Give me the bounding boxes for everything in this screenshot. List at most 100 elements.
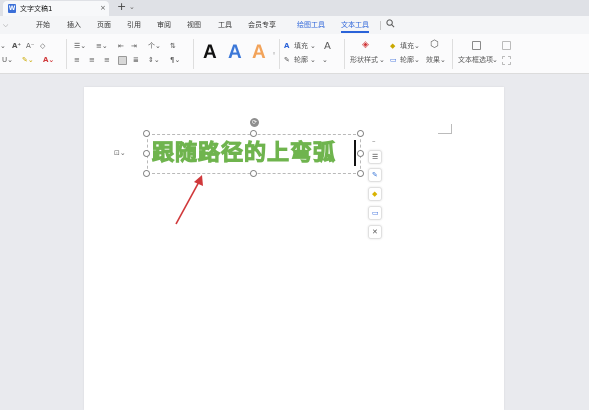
document-icon: W — [8, 4, 16, 13]
menu-text-tools[interactable]: 文本工具 — [341, 20, 369, 30]
more-styles-icon[interactable]: ◦ — [272, 50, 276, 59]
undo-dropdown-icon[interactable]: ⌵ — [3, 20, 8, 30]
text-outline-label[interactable]: 轮廓 — [294, 56, 308, 65]
group-objects-icon[interactable] — [502, 56, 511, 65]
outline-glyph: ▭ — [372, 209, 379, 217]
font-shrink-icon[interactable]: A⁻ — [26, 42, 34, 51]
chevron-down-icon[interactable]: ⌄ — [310, 42, 316, 51]
title-bar: W 文字文稿1 × + ⌄ — [0, 0, 589, 16]
underline-icon[interactable]: U⌄ — [2, 56, 13, 65]
menu-references[interactable]: 引用 — [127, 20, 141, 30]
distribute-icon[interactable]: ≣ — [133, 56, 139, 65]
highlight-icon[interactable]: ✎⌄ — [22, 56, 34, 65]
shape-outline-icon[interactable]: ▭ — [390, 56, 397, 65]
chevron-down-icon[interactable]: ⌄ — [414, 42, 420, 51]
chevron-down-icon[interactable]: ⌄ — [492, 56, 498, 65]
new-tab-icon[interactable]: + — [117, 1, 126, 13]
menu-tools[interactable]: 工具 — [218, 20, 232, 30]
resize-handle[interactable] — [250, 130, 257, 137]
decrease-indent-icon[interactable]: ⇤ — [118, 42, 124, 51]
resize-handle[interactable] — [357, 170, 364, 177]
font-color-icon[interactable]: A⌄ — [43, 56, 54, 65]
close-tab-icon[interactable]: × — [100, 4, 106, 13]
ribbon-divider — [66, 39, 67, 69]
textbox-options-icon[interactable] — [472, 41, 481, 50]
menu-review[interactable]: 审阅 — [157, 20, 171, 30]
text-style-blue[interactable]: A — [228, 42, 242, 64]
fill-icon[interactable]: ◆ — [368, 187, 382, 201]
shape-fill-label[interactable]: 填充 — [400, 42, 414, 51]
collapse-icon[interactable]: – — [372, 137, 376, 146]
document-tab-title: 文字文稿1 — [20, 5, 53, 13]
settings-icon[interactable]: ✕ — [368, 225, 382, 239]
menu-home[interactable]: 开始 — [36, 20, 50, 30]
annotation-arrow — [175, 175, 203, 225]
resize-handle[interactable] — [250, 170, 257, 177]
chevron-down-icon[interactable]: ⌄ — [310, 56, 316, 65]
sort-icon[interactable]: ⇅ — [170, 42, 176, 51]
textbox-options-label[interactable]: 文本框选项 — [458, 56, 493, 65]
ribbon-toolbar: ⌄ A⁺ A⁻ ◇ U⌄ ✎⌄ A⌄ ☰⌄ ≡⌄ ⇤ ⇥ 个⌄ ⇅ ≡ ≡ ≡ … — [0, 34, 589, 74]
clear-format-icon[interactable]: ◇ — [40, 42, 45, 51]
rotate-handle-icon[interactable]: ⟳ — [250, 118, 259, 127]
text-effect-icon[interactable]: A — [324, 42, 331, 52]
line-spacing-icon[interactable]: ⇕⌄ — [148, 56, 160, 65]
resize-handle[interactable] — [143, 150, 150, 157]
resize-handle[interactable] — [357, 150, 364, 157]
resize-handle[interactable] — [357, 130, 364, 137]
ribbon-divider — [193, 39, 194, 69]
chevron-down-icon[interactable]: ⌄ — [414, 56, 420, 65]
search-icon[interactable] — [386, 19, 395, 28]
layout-icon[interactable]: ☰ — [368, 150, 382, 164]
align-left-icon[interactable]: ≡ — [74, 56, 80, 65]
text-outline-icon[interactable]: ✎ — [284, 56, 290, 65]
page-margin-mark — [438, 124, 452, 134]
active-tab-underline — [341, 31, 369, 33]
document-tab[interactable]: W 文字文稿1 × — [3, 1, 109, 16]
chevron-down-icon[interactable]: ⌄ — [379, 56, 385, 65]
increase-indent-icon[interactable]: ⇥ — [131, 42, 137, 51]
menu-member[interactable]: 会员专享 — [248, 20, 276, 30]
pen-glyph: ✎ — [372, 171, 378, 179]
shape-effect-icon[interactable]: ⬡ — [430, 40, 439, 50]
shape-outline-label[interactable]: 轮廓 — [400, 56, 414, 65]
layout-glyph: ☰ — [372, 153, 379, 161]
layout-options-icon[interactable]: ⊡⌄ — [114, 148, 134, 159]
menu-page[interactable]: 页面 — [97, 20, 111, 30]
align-right-icon[interactable]: ≡ — [104, 56, 110, 65]
font-grow-icon[interactable]: A⁺ — [12, 42, 21, 51]
shape-style-icon[interactable]: ◈ — [362, 41, 369, 50]
menu-insert[interactable]: 插入 — [67, 20, 81, 30]
font-size-dropdown-icon[interactable]: ⌄ — [0, 42, 6, 51]
menu-view[interactable]: 视图 — [187, 20, 201, 30]
chevron-down-icon[interactable]: ⌄ — [322, 56, 328, 65]
chevron-down-icon[interactable]: ⌄ — [129, 3, 135, 11]
text-caret — [354, 140, 356, 166]
resize-handle[interactable] — [143, 130, 150, 137]
text-style-orange[interactable]: A — [252, 42, 266, 64]
align-objects-icon[interactable] — [502, 41, 511, 50]
bullet-list-icon[interactable]: ☰⌄ — [74, 42, 86, 51]
settings-glyph: ✕ — [372, 228, 378, 236]
chevron-down-icon[interactable]: ⌄ — [440, 56, 446, 65]
ribbon-divider — [344, 39, 345, 69]
chinese-layout-icon[interactable]: 个⌄ — [148, 42, 161, 51]
resize-handle[interactable] — [143, 170, 150, 177]
menu-divider — [380, 21, 381, 30]
paragraph-icon[interactable]: ¶⌄ — [170, 56, 180, 65]
shape-style-label[interactable]: 形状样式 — [350, 56, 378, 65]
shape-effect-label[interactable]: 效果 — [426, 56, 440, 65]
align-center-icon[interactable]: ≡ — [89, 56, 95, 65]
text-fill-label[interactable]: 填充 — [294, 42, 308, 51]
justify-icon[interactable] — [118, 56, 127, 65]
ribbon-divider — [452, 39, 453, 69]
word-art-text[interactable]: 跟随路径的上弯弧 — [151, 140, 336, 168]
number-list-icon[interactable]: ≡⌄ — [96, 42, 108, 51]
pen-icon[interactable]: ✎ — [368, 168, 382, 182]
outline-icon[interactable]: ▭ — [368, 206, 382, 220]
shape-fill-icon[interactable]: ◆ — [390, 42, 395, 51]
text-fill-icon[interactable]: A — [284, 42, 289, 51]
text-style-black[interactable]: A — [203, 42, 217, 64]
floating-toolbar: – ☰ ✎ ◆ ▭ ✕ — [367, 137, 384, 247]
menu-drawing-tools[interactable]: 绘图工具 — [297, 20, 325, 30]
